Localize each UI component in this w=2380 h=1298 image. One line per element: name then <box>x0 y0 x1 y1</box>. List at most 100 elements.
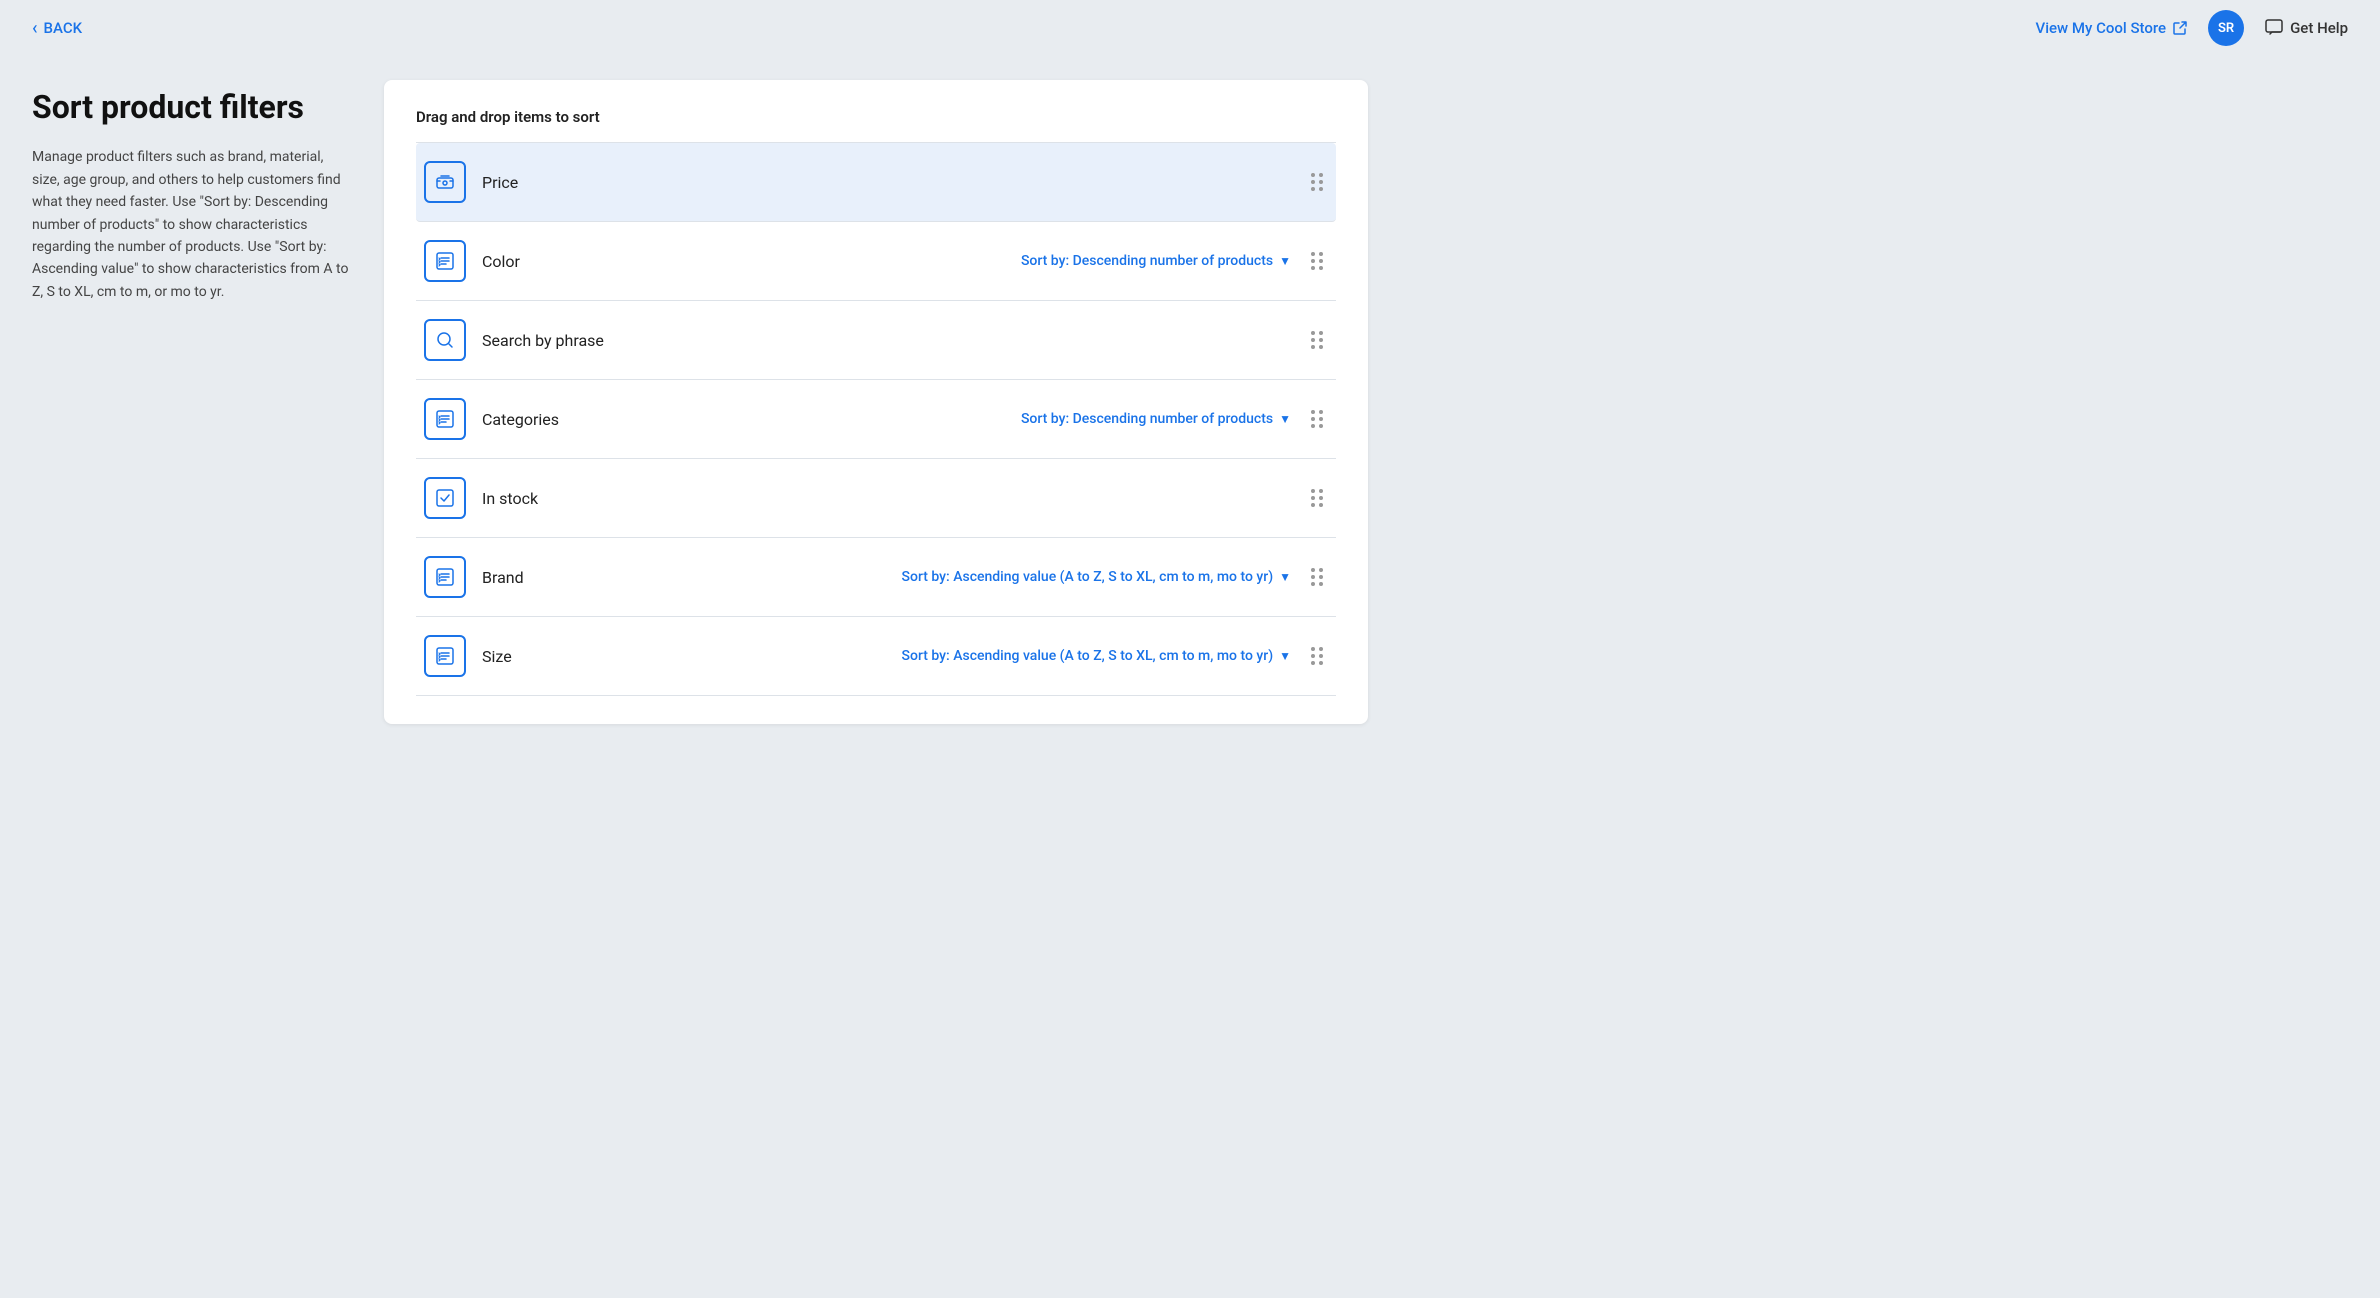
filter-row[interactable]: Color Sort by: Descending number of prod… <box>416 222 1336 301</box>
sort-option-label: Sort by: Descending number of products <box>1021 411 1273 427</box>
filter-name: Color <box>482 252 1005 271</box>
filter-name: In stock <box>482 489 1291 508</box>
chevron-down-icon: ▼ <box>1279 254 1291 268</box>
get-help-button[interactable]: Get Help <box>2264 18 2348 38</box>
top-nav: ‹ BACK View My Cool Store SR Get Help <box>0 0 2380 56</box>
drag-dot <box>1311 654 1315 658</box>
get-help-label: Get Help <box>2290 19 2348 37</box>
drag-dot <box>1319 180 1323 184</box>
drag-dot <box>1319 266 1323 270</box>
filter-name: Categories <box>482 410 1005 429</box>
drag-dot <box>1319 173 1323 177</box>
drag-dot <box>1311 503 1315 507</box>
drag-dot <box>1319 582 1323 586</box>
view-store-link[interactable]: View My Cool Store <box>2036 19 2189 37</box>
drag-handle-dots <box>1311 410 1324 428</box>
drag-dot <box>1319 496 1323 500</box>
top-nav-right: View My Cool Store SR Get Help <box>2036 10 2348 46</box>
filter-icon-box <box>424 240 466 282</box>
drag-dot <box>1311 338 1315 342</box>
chat-icon <box>2264 18 2284 38</box>
drag-dot <box>1319 331 1323 335</box>
drag-dot <box>1311 647 1315 651</box>
drag-dot <box>1311 252 1315 256</box>
drag-dot <box>1311 489 1315 493</box>
sort-option-label: Sort by: Descending number of products <box>1021 253 1273 269</box>
drag-dot <box>1311 582 1315 586</box>
drag-handle[interactable] <box>1307 248 1328 274</box>
back-label: BACK <box>44 19 83 37</box>
sort-dropdown[interactable]: Sort by: Ascending value (A to Z, S to X… <box>902 648 1291 664</box>
drag-handle-dots <box>1311 647 1324 665</box>
drag-handle[interactable] <box>1307 327 1328 353</box>
drag-drop-label: Drag and drop items to sort <box>416 108 1336 126</box>
view-store-label: View My Cool Store <box>2036 19 2167 37</box>
filter-row[interactable]: In stock <box>416 459 1336 538</box>
page-description: Manage product filters such as brand, ma… <box>32 146 352 303</box>
drag-handle[interactable] <box>1307 643 1328 669</box>
drag-dot <box>1319 424 1323 428</box>
drag-handle[interactable] <box>1307 406 1328 432</box>
drag-dot <box>1319 661 1323 665</box>
drag-handle[interactable] <box>1307 169 1328 195</box>
drag-dot <box>1311 568 1315 572</box>
avatar-initials: SR <box>2218 21 2234 36</box>
drag-handle-dots <box>1311 489 1324 507</box>
filter-row[interactable]: Size Sort by: Ascending value (A to Z, S… <box>416 617 1336 696</box>
drag-dot <box>1311 496 1315 500</box>
filter-name: Search by phrase <box>482 331 1291 350</box>
drag-handle[interactable] <box>1307 485 1328 511</box>
drag-dot <box>1319 410 1323 414</box>
left-sidebar: Sort product filters Manage product filt… <box>32 80 352 724</box>
drag-dot <box>1311 345 1315 349</box>
sort-dropdown[interactable]: Sort by: Descending number of products ▼ <box>1021 253 1291 269</box>
main-layout: Sort product filters Manage product filt… <box>0 56 1400 748</box>
drag-dot <box>1319 252 1323 256</box>
drag-dot <box>1319 259 1323 263</box>
sort-option-label: Sort by: Ascending value (A to Z, S to X… <box>902 569 1274 585</box>
sort-dropdown[interactable]: Sort by: Ascending value (A to Z, S to X… <box>902 569 1291 585</box>
drag-dot <box>1311 173 1315 177</box>
drag-dot <box>1319 503 1323 507</box>
drag-handle-dots <box>1311 568 1324 586</box>
chevron-down-icon: ▼ <box>1279 570 1291 584</box>
filter-name: Brand <box>482 568 886 587</box>
drag-dot <box>1319 647 1323 651</box>
filter-icon-box <box>424 635 466 677</box>
filter-row[interactable]: Categories Sort by: Descending number of… <box>416 380 1336 459</box>
drag-dot <box>1311 424 1315 428</box>
drag-dot <box>1319 568 1323 572</box>
drag-dot <box>1311 187 1315 191</box>
drag-dot <box>1319 575 1323 579</box>
filters-list: Price Color Sort by: Descending number o… <box>416 143 1336 696</box>
sort-dropdown[interactable]: Sort by: Descending number of products ▼ <box>1021 411 1291 427</box>
filter-icon-box <box>424 319 466 361</box>
filter-row[interactable]: Search by phrase <box>416 301 1336 380</box>
chevron-down-icon: ▼ <box>1279 649 1291 663</box>
filter-icon-box <box>424 161 466 203</box>
sort-option-label: Sort by: Ascending value (A to Z, S to X… <box>902 648 1274 664</box>
chevron-down-icon: ▼ <box>1279 412 1291 426</box>
drag-dot <box>1311 575 1315 579</box>
filter-row[interactable]: Price <box>416 143 1336 222</box>
filter-name: Price <box>482 173 1291 192</box>
page-title: Sort product filters <box>32 88 352 126</box>
drag-dot <box>1311 331 1315 335</box>
drag-dot <box>1319 417 1323 421</box>
filter-icon-box <box>424 477 466 519</box>
filter-row[interactable]: Brand Sort by: Ascending value (A to Z, … <box>416 538 1336 617</box>
drag-dot <box>1319 345 1323 349</box>
user-avatar[interactable]: SR <box>2208 10 2244 46</box>
drag-dot <box>1319 489 1323 493</box>
filter-name: Size <box>482 647 886 666</box>
drag-dot <box>1311 417 1315 421</box>
back-button[interactable]: ‹ BACK <box>32 18 82 39</box>
drag-dot <box>1319 187 1323 191</box>
filter-icon-box <box>424 556 466 598</box>
drag-dot <box>1319 654 1323 658</box>
drag-dot <box>1311 410 1315 414</box>
drag-handle-dots <box>1311 331 1324 349</box>
drag-handle[interactable] <box>1307 564 1328 590</box>
drag-dot <box>1311 259 1315 263</box>
filter-icon-box <box>424 398 466 440</box>
